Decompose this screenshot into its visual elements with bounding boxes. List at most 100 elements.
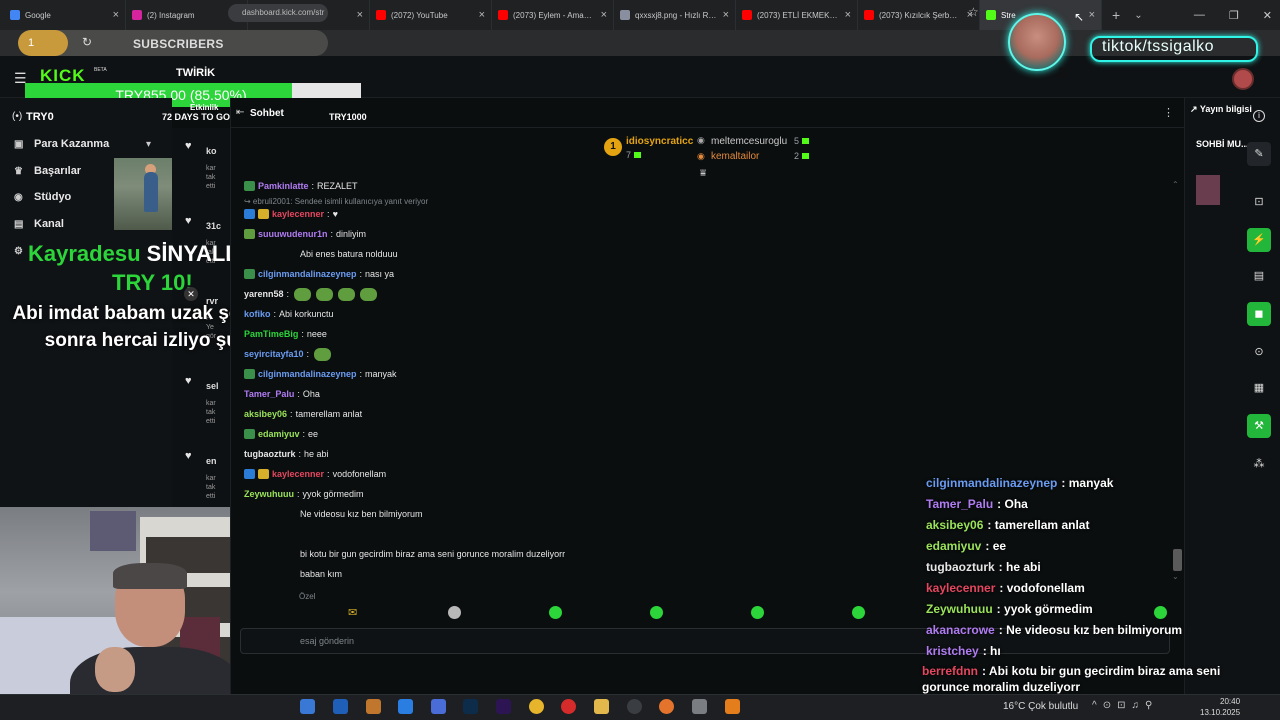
scroll-up-icon[interactable]: ⌃ bbox=[1172, 180, 1179, 189]
obs-icon[interactable] bbox=[627, 699, 642, 714]
scroll-down-icon[interactable]: ⌄ bbox=[1172, 572, 1179, 581]
tab-close-icon[interactable]: × bbox=[845, 9, 851, 21]
emote-icon[interactable] bbox=[448, 606, 461, 619]
follow-heart-icon[interactable]: ♥ bbox=[185, 140, 192, 152]
chat-message[interactable]: Ne videosu kız ben bilmiyorum bbox=[300, 506, 423, 522]
chat-username[interactable]: Pamkinlatte bbox=[258, 181, 309, 191]
chrome-icon[interactable] bbox=[529, 699, 544, 714]
emote-icon[interactable] bbox=[549, 606, 562, 619]
chat-message[interactable]: baban kım bbox=[300, 566, 342, 582]
system-tray[interactable]: ^⊙⊡♫⚲ bbox=[1092, 700, 1158, 711]
emote-icon[interactable] bbox=[852, 606, 865, 619]
edit-icon[interactable]: ✎ bbox=[1247, 142, 1271, 166]
chat-username[interactable]: cilginmandalinazeynep bbox=[258, 269, 357, 279]
lightning-icon[interactable]: ⚡ bbox=[1247, 228, 1271, 252]
chat-username[interactable]: kofiko bbox=[244, 309, 271, 319]
premiere-icon[interactable] bbox=[496, 699, 511, 714]
clock[interactable]: 20:40 13.10.2025 bbox=[1200, 696, 1240, 718]
tab-list-icon[interactable]: ⌄ bbox=[1134, 10, 1142, 21]
chat-username[interactable]: suuuwudenur1n bbox=[258, 229, 328, 239]
notes-icon[interactable]: ▤ bbox=[1247, 264, 1271, 288]
app-icon[interactable] bbox=[300, 699, 315, 714]
chat-message[interactable]: tugbaozturk: he abi bbox=[244, 446, 329, 462]
tab-close-icon[interactable]: × bbox=[1089, 9, 1095, 21]
chat-bubble-icon[interactable]: ◼ bbox=[1247, 302, 1271, 326]
outlook-icon[interactable] bbox=[333, 699, 348, 714]
weather-widget[interactable]: 16°C Çok bulutlu bbox=[1003, 701, 1078, 712]
photoshop-icon[interactable] bbox=[463, 699, 478, 714]
chat-username[interactable]: yarenn58 bbox=[244, 289, 284, 299]
more-options-icon[interactable]: ⋮ bbox=[1163, 106, 1174, 119]
stream-name[interactable]: sel bbox=[206, 381, 219, 391]
leaderboard-name-1[interactable]: idiosyncraticc bbox=[626, 136, 693, 147]
leaderboard-name-2[interactable]: meltemcesuroglu bbox=[711, 136, 787, 147]
opera-icon[interactable] bbox=[561, 699, 576, 714]
tab-close-icon[interactable]: × bbox=[723, 9, 729, 21]
chat-username[interactable]: kaylecenner bbox=[272, 469, 324, 479]
tab-close-icon[interactable]: × bbox=[601, 9, 607, 21]
stream-name[interactable]: ko bbox=[206, 146, 217, 156]
chat-username[interactable]: aksibey06 bbox=[244, 409, 287, 419]
leaderboard-name-3[interactable]: kemaltailor bbox=[711, 151, 759, 162]
follow-heart-icon[interactable]: ♥ bbox=[185, 215, 192, 227]
sidebar-item-stüdyo[interactable]: ◉ Stüdyo bbox=[14, 191, 71, 203]
emote-icon[interactable] bbox=[751, 606, 764, 619]
chat-message[interactable]: suuuwudenur1n: dinliyim bbox=[244, 226, 366, 242]
chat-username[interactable]: seyircitayfa10 bbox=[244, 349, 304, 359]
clip-icon[interactable]: ⊡ bbox=[1247, 190, 1271, 214]
chat-username[interactable]: kaylecenner bbox=[272, 209, 324, 219]
chat-message[interactable]: kaylecenner: vodofonellam bbox=[244, 466, 386, 482]
follow-heart-icon[interactable]: ♥ bbox=[185, 450, 192, 462]
browser-tab[interactable]: (2073) ETLİ EKMEK MUK × bbox=[736, 0, 858, 30]
nodes-icon[interactable]: ⁂ bbox=[1247, 452, 1271, 476]
browser-tab[interactable]: (2072) YouTube × bbox=[370, 0, 492, 30]
rail-thumbnail[interactable] bbox=[1196, 175, 1220, 205]
chat-message[interactable]: kaylecenner: ♥ bbox=[244, 206, 338, 222]
chat-username[interactable]: tugbaozturk bbox=[244, 449, 296, 459]
chat-message[interactable]: kofiko: Abi korkunctu bbox=[244, 306, 334, 322]
emote-icon[interactable] bbox=[1154, 606, 1167, 619]
chat-message[interactable]: edamiyuv: ee bbox=[244, 426, 318, 442]
browser-tab[interactable]: qxxsxj8.png - Hızlı Resim × bbox=[614, 0, 736, 30]
url-field[interactable]: dashboard.kick.com/str bbox=[228, 4, 328, 22]
vlc-icon[interactable] bbox=[725, 699, 740, 714]
app-icon[interactable] bbox=[431, 699, 446, 714]
tab-close-icon[interactable]: × bbox=[357, 9, 363, 21]
chevron-down-icon[interactable]: ▾ bbox=[146, 139, 151, 150]
minimize-icon[interactable]: — bbox=[1194, 9, 1205, 21]
chat-message[interactable]: seyircitayfa10: bbox=[244, 346, 332, 362]
maximize-icon[interactable]: ❐ bbox=[1229, 9, 1239, 22]
emote-gift-icon[interactable]: ✉ bbox=[348, 606, 357, 619]
chat-message[interactable]: aksibey06: tamerellam anlat bbox=[244, 406, 362, 422]
store-icon[interactable] bbox=[398, 699, 413, 714]
stream-name[interactable]: en bbox=[206, 456, 217, 466]
chat-message[interactable]: cilginmandalinazeynep: manyak bbox=[244, 366, 397, 382]
chat-username[interactable]: edamiyuv bbox=[258, 429, 300, 439]
bookmark-star-icon[interactable]: ☆ bbox=[968, 5, 979, 19]
user-avatar[interactable] bbox=[1232, 68, 1254, 90]
browser-tab[interactable]: (2073) Eylem - Aman (C × bbox=[492, 0, 614, 30]
chat-username[interactable]: Zeywuhuuu bbox=[244, 489, 294, 499]
sidebar-item-kanal[interactable]: ▤ Kanal bbox=[14, 218, 64, 230]
refresh-icon[interactable]: ↻ bbox=[82, 35, 92, 49]
tab-close-icon[interactable]: × bbox=[479, 9, 485, 21]
chat-username[interactable]: PamTimeBig bbox=[244, 329, 298, 339]
chat-message[interactable]: Tamer_Palu: Oha bbox=[244, 386, 320, 402]
chat-username[interactable]: Tamer_Palu bbox=[244, 389, 294, 399]
sidebar-item-para-kazanma[interactable]: ▣ Para Kazanma bbox=[14, 138, 109, 150]
emote-icon[interactable] bbox=[650, 606, 663, 619]
tab-close-icon[interactable]: × bbox=[113, 9, 119, 21]
pinned-toggle-icon[interactable]: ⩸ bbox=[700, 168, 706, 179]
info-icon[interactable]: i bbox=[1253, 110, 1265, 122]
follow-heart-icon[interactable]: ♥ bbox=[185, 375, 192, 387]
chat-message[interactable]: bi kotu bir gun gecirdim biraz ama seni … bbox=[300, 546, 565, 562]
chat-message[interactable]: Zeywuhuuu: yyok görmedim bbox=[244, 486, 364, 502]
browser-tab[interactable]: (2073) Kızılcık Şerbeti 1 × bbox=[858, 0, 980, 30]
app-icon[interactable] bbox=[366, 699, 381, 714]
close-icon[interactable]: ✕ bbox=[1263, 9, 1272, 22]
chat-username[interactable]: cilginmandalinazeynep bbox=[258, 369, 357, 379]
broadcast-icon[interactable]: ⊙ bbox=[1247, 340, 1271, 364]
browser-tab[interactable]: Google × bbox=[4, 0, 126, 30]
firefox-icon[interactable] bbox=[659, 699, 674, 714]
layout-icon[interactable]: ▦ bbox=[1247, 376, 1271, 400]
